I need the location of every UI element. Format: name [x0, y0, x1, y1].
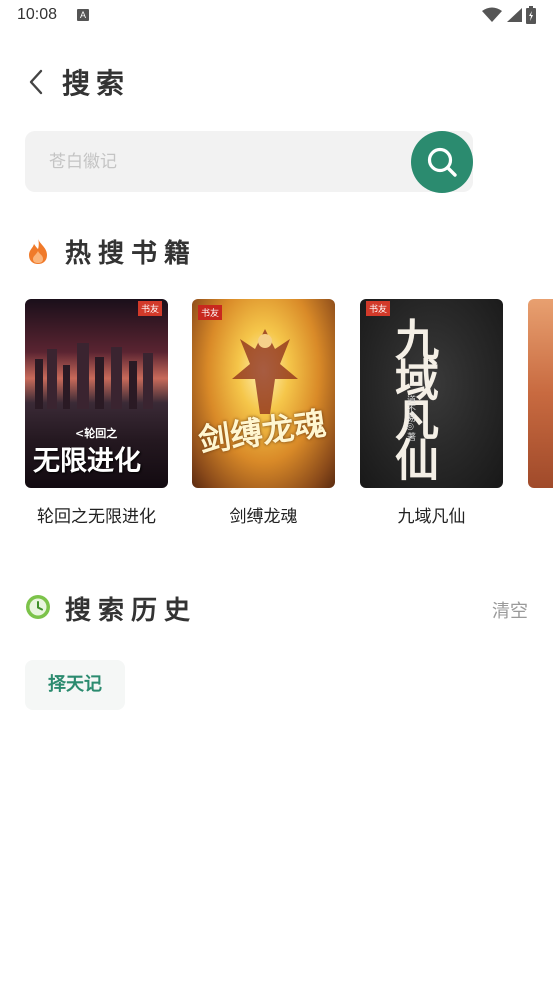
- book-title: 轮回之无限进化: [37, 507, 156, 527]
- hot-books-title: 热搜书籍: [65, 239, 198, 269]
- book-title: 剑缚龙魂: [229, 507, 298, 527]
- book-cover: [528, 299, 553, 488]
- hot-books-list: 书友 <轮回之 无限进化 轮回之无限进化 书友 剑缚龙魂 剑缚龙魂 书友 九域凡…: [25, 299, 553, 539]
- chevron-left-icon: [29, 69, 43, 95]
- history-title: 搜索历史: [65, 596, 198, 626]
- clock-icon: [26, 595, 50, 619]
- cover-author: 道不易◎著: [405, 395, 415, 441]
- battery-icon: [526, 6, 536, 24]
- cover-title: 剑缚龙魂: [196, 404, 329, 460]
- history-item[interactable]: 择天记: [25, 660, 125, 710]
- status-time: 10:08: [17, 6, 58, 23]
- book-item[interactable]: 书友 剑缚龙魂 剑缚龙魂: [192, 299, 335, 527]
- search-box: [25, 131, 473, 192]
- book-item[interactable]: 书友 <轮回之 无限进化 轮回之无限进化: [25, 299, 168, 527]
- book-item[interactable]: [528, 299, 553, 502]
- flame-icon: [29, 238, 47, 264]
- book-cover: 书友 <轮回之 无限进化: [25, 299, 168, 488]
- clear-history-button[interactable]: 清空: [492, 597, 528, 623]
- cover-tag: 书友: [198, 305, 223, 320]
- page-title: 搜索: [62, 67, 131, 100]
- cover-tag: 书友: [137, 301, 162, 316]
- wifi-icon: [482, 7, 502, 22]
- city-skyline-image: [35, 343, 153, 409]
- book-cover: 书友 九域凡仙 道不易◎著: [360, 299, 503, 488]
- book-cover: 书友 剑缚龙魂: [192, 299, 335, 488]
- status-icons: [482, 5, 536, 25]
- cover-title: 无限进化: [33, 446, 141, 477]
- search-icon: [427, 147, 457, 177]
- header: 搜索: [0, 56, 553, 108]
- cover-tag: 书友: [366, 301, 391, 316]
- signal-icon: [507, 8, 522, 22]
- search-input[interactable]: [49, 145, 399, 179]
- history-header: 搜索历史: [25, 588, 535, 628]
- book-title: 九域凡仙: [397, 507, 466, 527]
- notification-badge: A: [77, 9, 89, 21]
- search-button[interactable]: [411, 131, 473, 193]
- hot-books-header: 热搜书籍: [25, 231, 535, 271]
- book-item[interactable]: 书友 九域凡仙 道不易◎著 九域凡仙: [360, 299, 503, 527]
- status-bar: 10:08 A: [0, 0, 553, 32]
- back-button[interactable]: [22, 66, 50, 98]
